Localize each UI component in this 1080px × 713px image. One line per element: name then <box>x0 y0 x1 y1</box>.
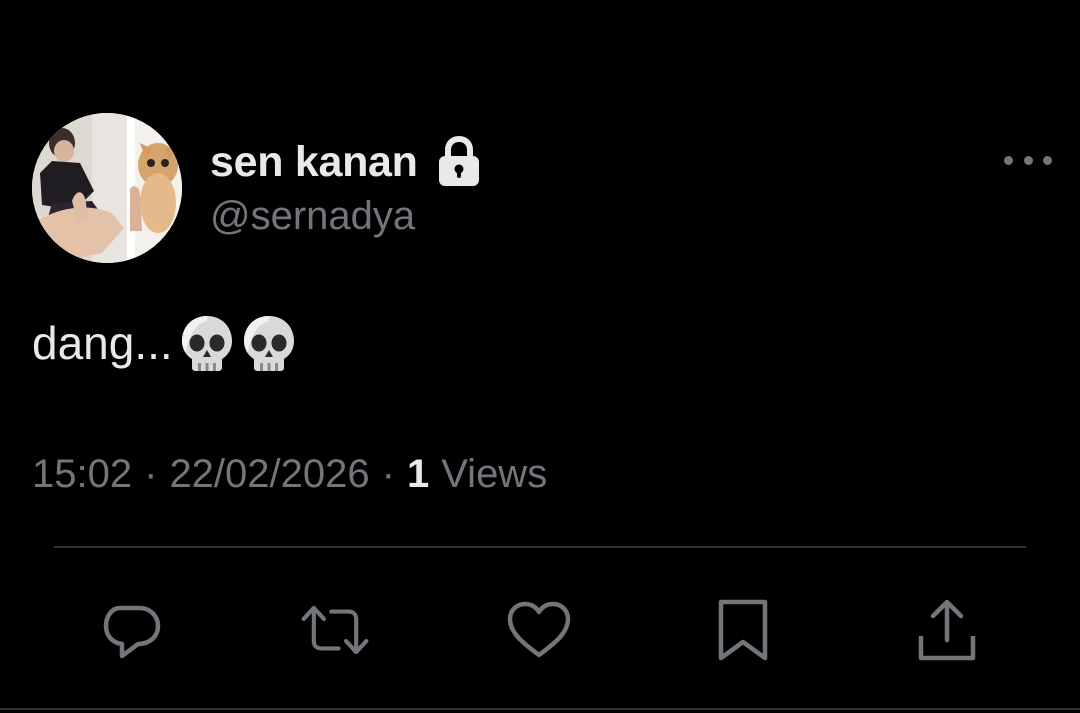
lock-icon <box>436 135 482 188</box>
skull-emoji-icon <box>241 313 297 373</box>
tweet-detail: sen kanan @sernadya dang... 15:02 · 22/0… <box>0 0 1080 713</box>
tweet-date[interactable]: 22/02/2026 <box>169 452 369 497</box>
like-button[interactable] <box>504 595 574 665</box>
tweet-text-content: dang... <box>32 317 173 369</box>
share-icon <box>918 599 976 661</box>
heart-icon <box>507 601 571 658</box>
more-dot <box>1023 155 1033 165</box>
bookmark-icon <box>718 599 768 661</box>
reply-icon <box>103 605 161 659</box>
more-dot <box>1043 155 1052 165</box>
divider <box>54 546 1026 548</box>
tweet-time[interactable]: 15:02 <box>32 452 132 497</box>
reply-button[interactable] <box>97 595 167 665</box>
tweet-text: dang... <box>32 308 297 378</box>
tweet-meta: 15:02 · 22/02/2026 · 1 Views <box>32 448 547 500</box>
views-label: Views <box>441 451 548 496</box>
retweet-button[interactable] <box>300 595 370 665</box>
share-button[interactable] <box>912 595 982 665</box>
more-dot <box>1004 155 1013 165</box>
bookmark-button[interactable] <box>708 595 778 665</box>
retweet-icon <box>301 605 369 655</box>
author-name-row: sen kanan <box>210 135 482 188</box>
meta-separator: · <box>381 451 395 496</box>
meta-separator: · <box>144 451 158 496</box>
more-horizontal-icon[interactable] <box>1004 146 1052 174</box>
avatar-image <box>32 113 182 263</box>
author-handle[interactable]: @sernadya <box>210 194 415 239</box>
views-count[interactable]: 1 <box>407 452 429 497</box>
tweet-action-bar <box>0 595 1080 665</box>
avatar[interactable] <box>32 113 182 263</box>
bottom-divider <box>0 708 1080 710</box>
author-display-name[interactable]: sen kanan <box>210 138 418 187</box>
skull-emoji-icon <box>179 313 235 373</box>
